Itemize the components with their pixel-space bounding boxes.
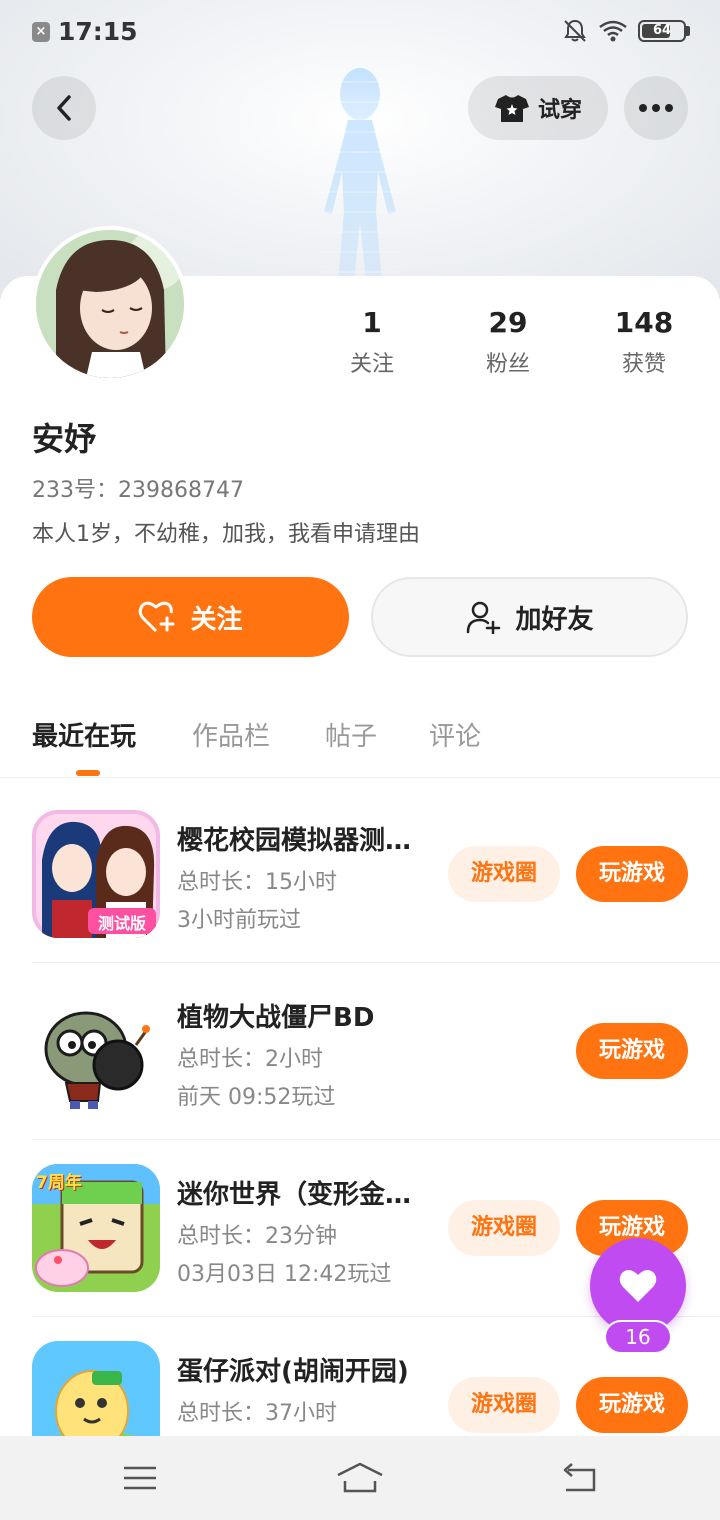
game-item[interactable]: 植物大战僵尸BD 总时长：2小时 前天 09:52玩过 玩游戏 [0,963,720,1140]
followers-label: 粉丝 [485,352,530,377]
stats-row: 1 关注 29 粉丝 148 获赞 [0,306,720,386]
battery-level: 64 [652,23,672,38]
game-icon-badge: 测试版 [97,914,146,933]
avatar-3d-hologram [320,68,400,282]
game-last-played: 3小时前玩过 [177,908,301,933]
game-item[interactable]: 测试版 樱花校园模拟器测试版 总时长：15小时 3小时前玩过 游戏圈 玩游戏 [0,786,720,963]
game-name: 樱花校园模拟器测试版 [177,826,432,856]
follow-button[interactable]: 关注 [32,577,349,657]
followers-count: 29 [488,306,528,339]
game-name: 植物大战僵尸BD [177,1003,375,1033]
username: 安妤 [32,420,97,458]
heart-plus-icon [139,601,175,633]
back-button[interactable] [32,76,96,140]
game-icon-badge: 7周年 [36,1173,82,1193]
tab-posts[interactable]: 帖子 [325,716,377,753]
tshirt-icon [494,95,529,122]
back-icon [57,95,71,121]
try-on-button[interactable]: 试穿 [468,76,608,140]
status-time: 17:15 [58,17,138,46]
game-duration: 总时长：23分钟 [177,1224,337,1249]
likes-label: 获赞 [621,352,666,377]
home-button[interactable] [334,1456,386,1500]
game-icon-sakura-school: 测试版 [32,810,160,938]
follow-label: 关注 [190,604,243,635]
play-game-button[interactable]: 玩游戏 [576,1377,688,1433]
following-count: 1 [362,306,382,339]
heart-icon [619,1269,657,1302]
game-circle-button[interactable]: 游戏圈 [448,846,560,902]
return-icon [563,1463,596,1492]
notification-app-icon: × [32,22,50,42]
following-stat[interactable]: 1 关注 [317,306,427,378]
game-name: 蛋仔派对(胡闹开园) [177,1357,409,1387]
active-tab-indicator [76,770,100,776]
likes-stat[interactable]: 148 获赞 [589,306,699,378]
play-game-button[interactable]: 玩游戏 [576,846,688,902]
more-icon [639,104,647,112]
followers-stat[interactable]: 29 粉丝 [453,306,563,378]
profile-tabs: 最近在玩 作品栏 帖子 评论 [0,710,720,778]
game-duration: 总时长：2小时 [177,1047,323,1072]
try-on-label: 试穿 [537,98,582,123]
status-indicators: 64 [562,18,690,44]
tab-comments[interactable]: 评论 [429,716,481,753]
battery-icon: 64 [638,20,686,42]
add-friend-button[interactable]: 加好友 [371,577,688,657]
tab-recently-played[interactable]: 最近在玩 [32,716,136,753]
user-id: 233号：239868747 [32,478,244,503]
likes-count: 148 [614,306,674,339]
game-icon-mini-world: 7周年 [32,1164,160,1292]
person-add-icon [467,601,501,634]
game-last-played: 03月03日 12:42玩过 [177,1262,392,1287]
status-bar: × 17:15 64 [0,0,720,64]
tab-works[interactable]: 作品栏 [192,716,270,753]
bell-off-icon [564,19,586,42]
game-circle-button[interactable]: 游戏圈 [448,1377,560,1433]
home-icon [337,1462,383,1493]
following-label: 关注 [349,352,394,377]
menu-button[interactable] [118,1456,162,1500]
game-duration: 总时长：15小时 [177,870,337,895]
game-last-played: 前天 09:52玩过 [177,1085,336,1110]
system-nav-bar [0,1436,720,1520]
like-count-badge: 16 [604,1320,672,1354]
game-duration: 总时长：37小时 [177,1401,337,1426]
return-button[interactable] [558,1456,602,1500]
more-button[interactable] [624,76,688,140]
play-game-button[interactable]: 玩游戏 [576,1023,688,1079]
game-icon-pvz [32,987,160,1115]
game-name: 迷你世界（变形金刚） [177,1180,432,1210]
add-friend-label: 加好友 [515,604,594,635]
wifi-icon [599,20,627,42]
game-circle-button[interactable]: 游戏圈 [448,1200,560,1256]
user-bio: 本人1岁，不幼稚，加我，我看申请理由 [32,522,420,547]
menu-icon [124,1466,156,1490]
